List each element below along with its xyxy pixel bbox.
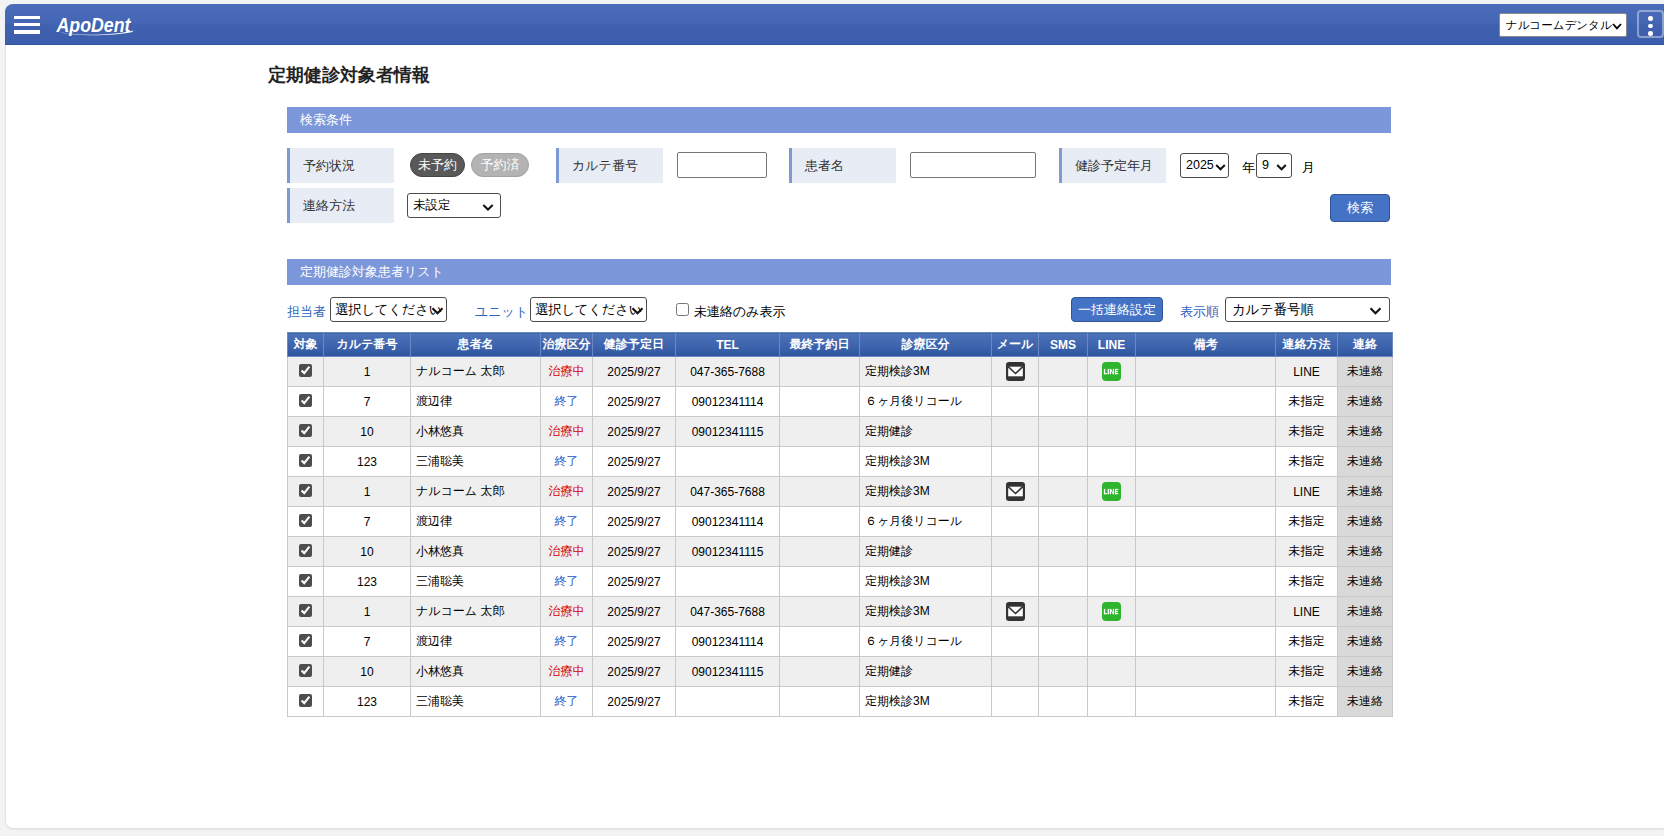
svg-text:ApoDent: ApoDent bbox=[56, 13, 132, 36]
